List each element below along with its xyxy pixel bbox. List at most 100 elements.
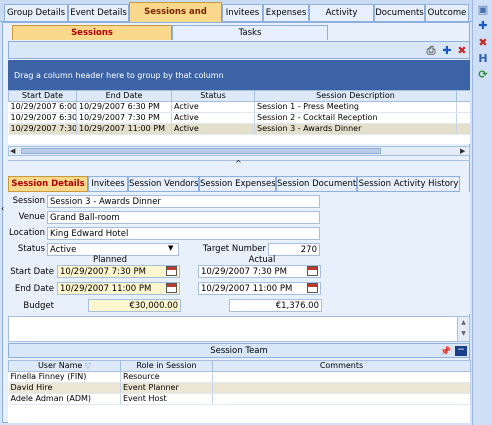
calendar-icon[interactable] [166, 266, 177, 276]
table-row[interactable]: 10/29/2007 7:30 I 10/29/2007 11:00 PM Ac… [8, 123, 470, 135]
refresh-icon[interactable]: ⟳ [476, 68, 490, 82]
cell: Active [171, 112, 255, 124]
add-session-icon[interactable]: ✚ [440, 44, 454, 57]
cell: 10/29/2007 7:30 I [8, 123, 77, 135]
print-icon[interactable]: ⎙ [424, 44, 438, 57]
tab-tasks[interactable]: Tasks [172, 25, 328, 40]
table-row[interactable]: 10/29/2007 6:30 I 10/29/2007 7:30 PM Act… [8, 112, 470, 124]
actual-start-field[interactable]: 10/29/2007 7:30 PM [198, 265, 321, 278]
tab-group-details[interactable]: Group Details [4, 4, 68, 21]
vertical-scrollbar[interactable]: ▲ ▼ [457, 317, 469, 341]
column-header-budget[interactable]: Budge [456, 90, 470, 102]
tab-session-details[interactable]: Session Details [8, 176, 88, 192]
group-by-panel[interactable]: Drag a column header here to group by th… [8, 60, 470, 90]
tab-session-invitees[interactable]: Invitees [88, 176, 128, 192]
location-field[interactable]: King Edward Hotel [47, 227, 320, 240]
budget-planned-field[interactable]: €30,000.00 [88, 299, 181, 312]
column-header-description[interactable]: Session Description [254, 90, 457, 102]
actual-label: Actual [248, 255, 276, 265]
chevron-down-icon[interactable]: ▼ [168, 244, 173, 252]
delete-icon[interactable]: ✖ [476, 36, 490, 50]
chevron-up-icon[interactable]: ^ [235, 159, 242, 168]
location-label: Location [9, 228, 45, 238]
sessions-grid: Start Date End Date Status Session Descr… [8, 90, 470, 144]
tab-sessions[interactable]: Sessions [12, 25, 172, 40]
horizontal-scrollbar[interactable]: ◀ ▶ [8, 146, 470, 156]
cell: Resource [120, 371, 213, 383]
history-icon[interactable]: H [476, 52, 490, 66]
status-label: Status [17, 244, 45, 254]
target-number-label: Target Number [202, 244, 266, 254]
planned-start-field[interactable]: 10/29/2007 7:30 PM [57, 265, 180, 278]
tab-documents[interactable]: Documents [374, 4, 425, 21]
cell: Event Host [120, 393, 213, 405]
calendar-icon[interactable] [166, 283, 177, 293]
cell: 10/29/2007 6:00 I [8, 101, 77, 113]
tab-activity-history[interactable]: Activity History [309, 4, 374, 34]
cell: Event Planner [120, 382, 213, 394]
save-icon[interactable]: ▣ [476, 3, 490, 17]
scroll-thumb[interactable] [21, 148, 381, 154]
column-header-user-name[interactable]: User Name ▽ [8, 360, 121, 372]
tab-expenses[interactable]: Expenses [263, 4, 309, 21]
budget-actual-field[interactable]: €1,376.00 [229, 299, 322, 312]
cell [212, 382, 471, 394]
table-row[interactable]: David Hire Event Planner [8, 382, 471, 394]
table-row[interactable]: Adele Adman (ADM) Event Host [8, 393, 471, 405]
tab-outcome[interactable]: Outcome [425, 4, 469, 21]
session-field[interactable]: Session 3 - Awards Dinner [47, 195, 320, 208]
filter-icon[interactable]: ▽ [85, 362, 91, 371]
cell: € [456, 112, 470, 124]
table-row[interactable]: Finella Finney (FIN) Resource [8, 371, 471, 383]
actual-end-field[interactable]: 10/29/2007 11:00 PM [198, 282, 321, 295]
cell: 10/29/2007 6:30 I [8, 112, 77, 124]
planned-end-field[interactable]: 10/29/2007 11:00 PM [57, 282, 180, 295]
detail-tab-bar: Session Details Invitees Session Vendors… [8, 176, 470, 192]
cell: Active [171, 101, 255, 113]
minus-icon[interactable]: − [455, 346, 467, 356]
venue-label: Venue [18, 212, 45, 222]
tab-session-vendors[interactable]: Session Vendors [128, 176, 199, 192]
start-date-label: Start Date [10, 267, 54, 277]
budget-label: Budget [23, 301, 54, 311]
cell: Session 3 - Awards Dinner [254, 123, 457, 135]
notes-field[interactable]: ▲ ▼ [8, 316, 470, 342]
tab-session-documents[interactable]: Session Documents [276, 176, 361, 192]
calendar-icon[interactable] [307, 283, 318, 293]
delete-session-icon[interactable]: ✖ [455, 44, 469, 57]
right-toolbar: ▣ ✚ ✖ H ⟳ [472, 0, 492, 425]
top-tab-bar: Group Details Event Details Sessions and… [0, 0, 472, 36]
column-header-comments[interactable]: Comments [212, 360, 471, 372]
chevron-left-icon[interactable]: ‹ [1, 204, 4, 213]
cell: €3 [456, 123, 470, 135]
cell [212, 371, 471, 383]
cell: Adele Adman (ADM) [8, 393, 121, 405]
cell: Session 2 - Cocktail Reception [254, 112, 457, 124]
column-header-role[interactable]: Role in Session [120, 360, 213, 372]
tab-session-expenses[interactable]: Session Expenses [199, 176, 276, 192]
tab-sessions-and-tasks[interactable]: Sessions and Tasks [129, 2, 222, 36]
tab-event-details[interactable]: Event Details [68, 4, 129, 21]
table-row[interactable]: 10/29/2007 6:00 I 10/29/2007 6:30 PM Act… [8, 101, 470, 113]
session-label: Session [12, 196, 45, 206]
tab-session-activity-history[interactable]: Session Activity History [357, 176, 460, 192]
scroll-right-icon[interactable]: ▶ [460, 147, 468, 155]
column-header-start-date[interactable]: Start Date [8, 90, 77, 102]
scroll-left-icon[interactable]: ◀ [10, 147, 18, 155]
end-date-label: End Date [14, 284, 54, 294]
cell: Active [171, 123, 255, 135]
pin-icon[interactable]: 📌 [440, 345, 451, 359]
session-team-header: Session Team 📌 − [8, 343, 470, 358]
add-icon[interactable]: ✚ [476, 19, 490, 33]
column-header-status[interactable]: Status [171, 90, 255, 102]
venue-field[interactable]: Grand Ball-room [47, 211, 320, 224]
planned-label: Planned [92, 255, 128, 265]
session-team-title: Session Team [210, 346, 268, 356]
cell: Finella Finney (FIN) [8, 371, 121, 383]
cell: Session 1 - Press Meeting [254, 101, 457, 113]
splitter[interactable]: ^ [8, 159, 470, 172]
tab-invitees[interactable]: Invitees [222, 4, 263, 21]
session-team-grid: User Name ▽ Role in Session Comments Fin… [8, 360, 471, 423]
column-header-end-date[interactable]: End Date [76, 90, 172, 102]
calendar-icon[interactable] [307, 266, 318, 276]
